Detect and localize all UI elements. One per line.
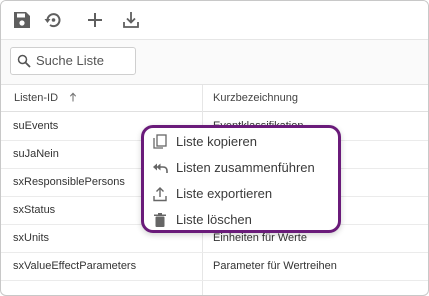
save-icon xyxy=(14,12,30,28)
column-header-label: Kurzbezeichnung xyxy=(213,92,299,104)
add-button[interactable] xyxy=(81,6,109,34)
restore-button[interactable] xyxy=(39,6,67,34)
save-button[interactable] xyxy=(8,6,36,34)
export-icon xyxy=(153,187,167,202)
menu-item-copy-list[interactable]: Liste kopieren xyxy=(144,129,338,155)
table-header: Listen-ID Kurzbezeichnung xyxy=(1,85,428,112)
restore-icon xyxy=(44,13,61,28)
cell-list-id: suEvents xyxy=(13,120,59,132)
menu-item-merge-lists[interactable]: Listen zusammenführen xyxy=(144,155,338,181)
column-header-short-name[interactable]: Kurzbezeichnung xyxy=(213,85,298,111)
column-header-list-id[interactable]: Listen-ID xyxy=(14,85,77,111)
column-header-label: Listen-ID xyxy=(14,92,59,104)
import-icon xyxy=(123,12,139,28)
table-row[interactable]: sxValueEffectParameters Parameter für We… xyxy=(1,252,428,281)
copy-icon xyxy=(153,134,167,149)
cell-list-id: sxResponsiblePersons xyxy=(13,176,125,188)
cell-list-id: suJaNein xyxy=(13,148,59,160)
menu-item-label: Liste löschen xyxy=(176,212,252,227)
search-bar xyxy=(1,40,428,85)
cell-list-id: sxUnits xyxy=(13,232,50,244)
merge-icon xyxy=(153,163,168,173)
cell-short-name: Parameter für Wertreihen xyxy=(213,260,337,272)
menu-item-label: Listen zusammenführen xyxy=(176,160,315,175)
menu-item-delete-list[interactable]: Liste löschen xyxy=(144,207,338,233)
context-menu: Liste kopieren Listen zusammenführen Lis… xyxy=(141,125,341,233)
toolbar xyxy=(1,1,428,40)
menu-item-label: Liste exportieren xyxy=(176,186,273,201)
cell-list-id: sxValueEffectParameters xyxy=(13,260,137,272)
import-button[interactable] xyxy=(117,6,145,34)
add-icon xyxy=(88,13,102,27)
search-icon xyxy=(17,54,31,68)
search-input[interactable] xyxy=(36,51,130,69)
list-manager-panel: Listen-ID Kurzbezeichnung suEvents Event… xyxy=(0,0,429,296)
sort-ascending-icon xyxy=(69,92,77,102)
search-box xyxy=(10,47,136,75)
trash-icon xyxy=(154,213,166,227)
menu-item-label: Liste kopieren xyxy=(176,134,257,149)
menu-item-export-list[interactable]: Liste exportieren xyxy=(144,181,338,207)
cell-list-id: sxStatus xyxy=(13,204,56,216)
